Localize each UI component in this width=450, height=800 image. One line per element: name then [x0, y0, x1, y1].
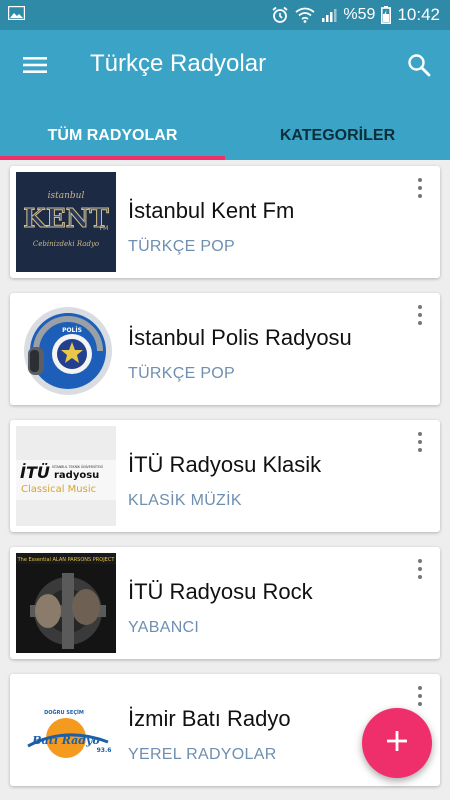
plus-icon — [386, 730, 408, 757]
logo-text: DOĞRU SEÇİM — [44, 709, 84, 716]
station-name: İstanbul Polis Radyosu — [128, 325, 352, 350]
logo-text: 93.6 — [97, 747, 112, 754]
station-category: KLASİK MÜZİK — [128, 492, 242, 509]
more-vert-icon — [418, 305, 422, 309]
more-vert-icon — [418, 686, 422, 690]
status-bar: %59 10:42 — [0, 0, 450, 30]
logo-text: Batı Radyo — [31, 734, 99, 747]
more-vert-icon — [418, 178, 422, 182]
logo-text: radyosu — [54, 470, 99, 481]
signal-icon — [321, 7, 337, 23]
more-options-button[interactable] — [410, 430, 430, 454]
station-name: İstanbul Kent Fm — [128, 198, 295, 223]
alarm-icon — [271, 6, 289, 24]
logo-text: İSTANBUL TEKNİK ÜNİVERSİTESİ — [52, 464, 103, 469]
logo-text: POLİS — [62, 327, 82, 334]
battery-icon — [381, 6, 392, 24]
page-title: Türkçe Radyolar — [90, 50, 267, 77]
more-options-button[interactable] — [410, 684, 430, 708]
logo-text: İTÜ — [20, 463, 50, 482]
more-vert-icon — [418, 559, 422, 563]
more-options-button[interactable] — [410, 557, 430, 581]
station-logo: İTÜ İSTANBUL TEKNİK ÜNİVERSİTESİ radyosu… — [16, 426, 116, 526]
station-category: YABANCI — [128, 619, 200, 636]
tab-label: KATEGORİLER — [279, 127, 396, 144]
app-bar: Türkçe Radyolar TÜM RADYOLAR KATEGORİLER — [0, 30, 450, 160]
station-list[interactable]: istanbul KENT FM Cebinizdeki Radyo İstan… — [0, 160, 450, 800]
station-category: TÜRKÇE POP — [128, 238, 236, 255]
tab-all-radios[interactable]: TÜM RADYOLAR — [0, 112, 225, 160]
logo-text: Classical Music — [21, 484, 96, 495]
station-logo: istanbul KENT FM Cebinizdeki Radyo — [16, 172, 116, 272]
station-logo: POLİS — [16, 299, 116, 399]
search-button[interactable] — [402, 50, 436, 84]
logo-text: Cebinizdeki Radyo — [33, 240, 99, 248]
wifi-icon — [295, 7, 315, 23]
station-name: İTÜ Radyosu Klasik — [128, 452, 322, 477]
station-card[interactable]: istanbul KENT FM Cebinizdeki Radyo İstan… — [10, 166, 440, 278]
battery-text: %59 — [343, 6, 376, 23]
more-options-button[interactable] — [410, 303, 430, 327]
station-logo: The Essential ALAN PARSONS PROJECT — [16, 553, 116, 653]
tab-categories[interactable]: KATEGORİLER — [225, 112, 450, 160]
image-icon — [8, 6, 25, 20]
station-card[interactable]: İTÜ İSTANBUL TEKNİK ÜNİVERSİTESİ radyosu… — [10, 420, 440, 532]
logo-text: The Essential ALAN PARSONS PROJECT — [17, 557, 116, 563]
station-name: İTÜ Radyosu Rock — [128, 579, 313, 604]
station-category: TÜRKÇE POP — [128, 365, 236, 382]
tab-bar: TÜM RADYOLAR KATEGORİLER — [0, 112, 450, 160]
station-name: İzmir Batı Radyo — [128, 706, 291, 731]
tab-label: TÜM RADYOLAR — [47, 127, 178, 144]
more-options-button[interactable] — [410, 176, 430, 200]
add-button[interactable] — [362, 708, 432, 778]
logo-text: istanbul — [48, 191, 85, 201]
station-category: YEREL RADYOLAR — [128, 746, 277, 763]
clock: 10:42 — [397, 5, 440, 24]
station-card[interactable]: The Essential ALAN PARSONS PROJECT İTÜ R… — [10, 547, 440, 659]
search-icon — [407, 53, 431, 82]
logo-text: KENT — [23, 204, 109, 234]
more-vert-icon — [418, 432, 422, 436]
logo-text: FM — [100, 225, 109, 232]
menu-button[interactable] — [20, 52, 50, 82]
menu-icon — [22, 55, 48, 80]
station-card[interactable]: POLİS İstanbul Polis Radyosu TÜRKÇE POP — [10, 293, 440, 405]
station-logo: DOĞRU SEÇİM Batı Radyo 93.6 — [16, 680, 116, 780]
